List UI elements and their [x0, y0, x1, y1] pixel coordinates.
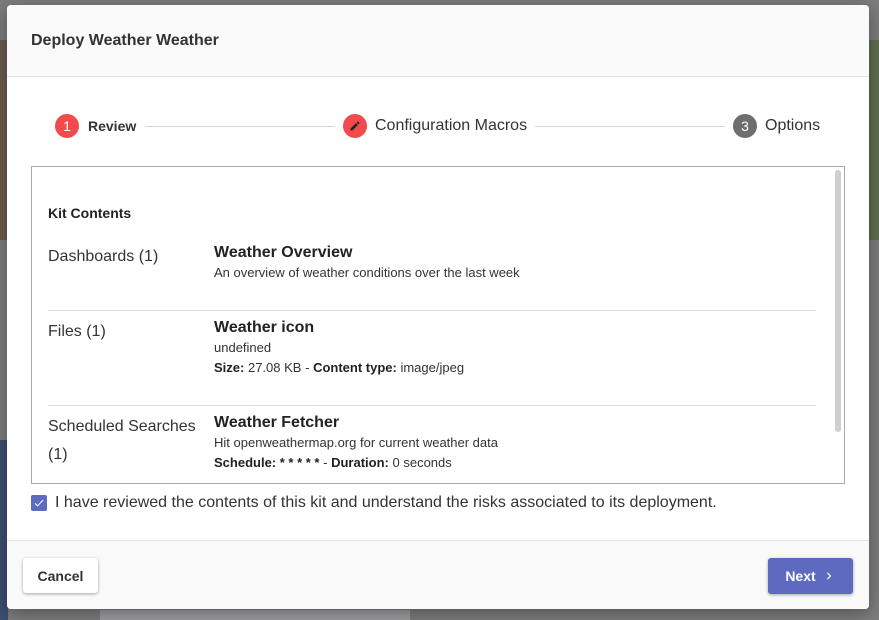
step-number: 1 — [55, 114, 79, 138]
pencil-icon — [343, 114, 367, 138]
row-body: Weather icon undefined Size: 27.08 KB - … — [214, 318, 464, 378]
size-value: 27.08 KB — [247, 360, 302, 375]
separator: - — [323, 455, 328, 470]
step-options[interactable]: 3 Options — [733, 114, 820, 138]
next-button[interactable]: Next — [768, 558, 853, 594]
item-title: Weather Overview — [214, 244, 353, 261]
item-description: undefined — [214, 340, 272, 355]
kit-row-dashboards: Dashboards (1) Weather Overview An overv… — [48, 243, 816, 311]
content-type-label: Content type: — [313, 360, 397, 375]
stepper-connector — [145, 126, 335, 127]
step-label: Review — [88, 118, 137, 134]
cancel-button[interactable]: Cancel — [23, 558, 98, 593]
acknowledge-row[interactable]: I have reviewed the contents of this kit… — [31, 494, 717, 512]
acknowledge-text: I have reviewed the contents of this kit… — [55, 494, 717, 511]
dialog-header: Deploy Weather Weather — [7, 5, 869, 77]
separator: - — [305, 360, 310, 375]
duration-value: 0 seconds — [392, 455, 452, 470]
stepper: 1 Review Configuration Macros 3 Options — [55, 114, 821, 140]
check-icon — [34, 499, 44, 507]
next-label: Next — [785, 568, 816, 584]
step-label: Options — [765, 117, 821, 134]
deploy-kit-dialog: Deploy Weather Weather 1 Review Configur… — [7, 5, 869, 609]
chevron-right-icon — [826, 572, 832, 580]
item-title: Weather Fetcher — [214, 414, 340, 431]
schedule-label: Schedule: — [214, 455, 277, 470]
item-description: Hit openweathermap.org for current weath… — [214, 435, 498, 450]
dialog-footer: Cancel Next — [7, 540, 869, 609]
stepper-connector — [535, 126, 725, 127]
scrollbar[interactable] — [835, 170, 841, 432]
step-label: Configuration Macros — [375, 117, 528, 134]
dialog-title: Deploy Weather Weather — [31, 32, 219, 49]
step-number: 3 — [733, 114, 757, 138]
kit-row-files: Files (1) Weather icon undefined Size: 2… — [48, 318, 816, 406]
kit-contents-panel[interactable]: Kit Contents Dashboards (1) Weather Over… — [31, 166, 845, 484]
step-review[interactable]: 1 Review — [55, 114, 136, 138]
row-label: Scheduled Searches (1) — [48, 418, 196, 463]
file-meta: Size: 27.08 KB - Content type: image/jpe… — [214, 358, 464, 378]
item-description: An overview of weather conditions over t… — [214, 265, 520, 280]
size-label: Size: — [214, 360, 245, 375]
row-label: Dashboards (1) — [48, 248, 159, 265]
row-body: Weather Overview An overview of weather … — [214, 243, 520, 283]
acknowledge-checkbox[interactable] — [31, 495, 47, 511]
row-label: Files (1) — [48, 323, 106, 340]
background-card — [100, 610, 410, 620]
kit-row-scheduled-searches: Scheduled Searches (1) Weather Fetcher H… — [48, 413, 816, 483]
duration-label: Duration: — [331, 455, 389, 470]
step-configuration-macros[interactable]: Configuration Macros — [343, 114, 527, 138]
row-body: Weather Fetcher Hit openweathermap.org f… — [214, 413, 498, 473]
background-thumbnail — [869, 40, 879, 240]
schedule-meta: Schedule: * * * * * - Duration: 0 second… — [214, 453, 498, 473]
content-type-value: image/jpeg — [400, 360, 465, 375]
kit-contents-heading: Kit Contents — [48, 205, 132, 221]
schedule-value: * * * * * — [279, 455, 320, 470]
item-title: Weather icon — [214, 319, 315, 336]
